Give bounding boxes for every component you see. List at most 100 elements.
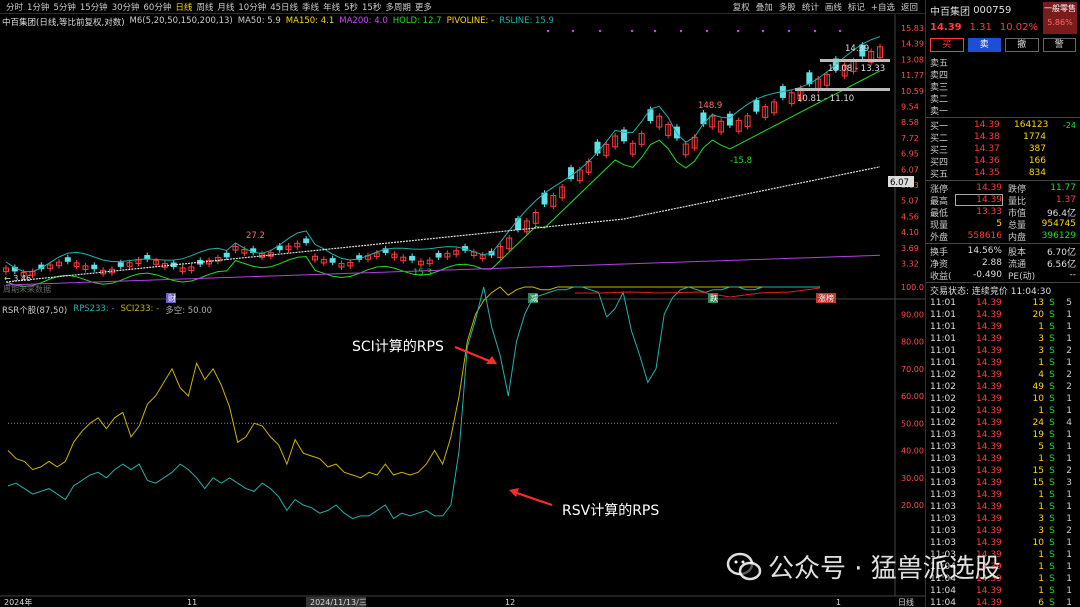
tick-row[interactable]: 11:03 14.39 15 S 3 — [926, 477, 1080, 489]
tick-time: 11:03 — [930, 466, 956, 476]
event-marker-3: 涨榜 — [818, 293, 834, 303]
annotation-low: 15.3 — [413, 268, 432, 278]
tick-price: 14.39 — [976, 478, 1002, 488]
main-y-tick-4: 10.59 — [901, 87, 924, 96]
tick-row[interactable]: 11:01 14.39 13 S 5 — [926, 297, 1080, 309]
tick-price: 14.39 — [976, 394, 1002, 404]
annotation-range-upper: 13.08 - 13.33 — [828, 64, 885, 74]
stock-stats: 涨停 14.39 跌停 11.77 最高 14.39 量比 1.37 最低 13.33 市值 96.4… — [926, 182, 1080, 282]
tick-row[interactable]: 11:02 14.39 24 S 4 — [926, 417, 1080, 429]
tick-row[interactable]: 11:04 14.39 1 S 1 — [926, 585, 1080, 597]
trade-status: 交易状态: 连续竞价 11:04:30 — [930, 287, 1052, 297]
tick-time: 11:03 — [930, 454, 956, 464]
bid-price: 14.38 — [974, 132, 1000, 142]
tick-time: 11:01 — [930, 358, 956, 368]
tick-vol: 5 — [1038, 442, 1044, 452]
tick-side: S — [1049, 406, 1055, 416]
stat-value: -0.490 — [972, 270, 1002, 280]
bid-row[interactable]: 买二 14.38 1774 — [926, 131, 1080, 144]
tick-row[interactable]: 11:02 14.39 1 S 1 — [926, 405, 1080, 417]
annotation-sci: SCI计算的RPS — [352, 339, 444, 355]
stock-title: 中百集团 000759 一般零售 5.86% — [926, 0, 1080, 34]
bid-row[interactable]: 买五 14.35 834 — [926, 167, 1080, 180]
stat-value: 13.33 — [976, 207, 1002, 217]
tick-row[interactable]: 11:03 14.39 19 S 1 — [926, 429, 1080, 441]
tick-vol: 3 — [1038, 514, 1044, 524]
tick-row[interactable]: 11:03 14.39 15 S 2 — [926, 465, 1080, 477]
tick-row[interactable]: 11:01 14.39 3 S 2 — [926, 345, 1080, 357]
bid-row[interactable]: 买三 14.37 387 — [926, 143, 1080, 156]
annotation-note: 周期未来数据 — [3, 284, 51, 294]
tick-vol: 1 — [1038, 490, 1044, 500]
tick-side: S — [1049, 478, 1055, 488]
tick-row[interactable]: 11:01 14.39 20 S 1 — [926, 309, 1080, 321]
tick-side: S — [1049, 322, 1055, 332]
tick-price: 14.39 — [976, 358, 1002, 368]
last-price: 14.39 — [930, 21, 962, 33]
tick-side: S — [1049, 514, 1055, 524]
tick-side: S — [1049, 442, 1055, 452]
tick-row[interactable]: 11:03 14.39 1 S 1 — [926, 489, 1080, 501]
tick-row[interactable]: 11:02 14.39 4 S 2 — [926, 369, 1080, 381]
candle — [515, 218, 522, 230]
candle — [64, 257, 71, 262]
series-line-RPS233 — [7, 286, 820, 520]
tick-row[interactable]: 11:01 14.39 1 S 1 — [926, 357, 1080, 369]
tick-time: 11:03 — [930, 430, 956, 440]
bid-price: 14.37 — [974, 144, 1000, 154]
tick-side: S — [1049, 598, 1055, 607]
sub-y-tick-1: 90.00 — [901, 310, 924, 319]
signal-dot — [571, 29, 575, 33]
tick-price: 14.39 — [976, 526, 1002, 536]
stat-row: 涨停 14.39 跌停 11.77 — [926, 182, 1080, 195]
tick-price: 14.39 — [976, 442, 1002, 452]
tick-row[interactable]: 11:03 14.39 5 S 1 — [926, 441, 1080, 453]
bid-vol: 164123 — [1014, 120, 1049, 130]
alert-button[interactable]: 警 — [1042, 38, 1076, 52]
ask-row[interactable]: 卖二 — [926, 92, 1080, 105]
tick-price: 14.39 — [976, 346, 1002, 356]
cancel-button[interactable]: 撤 — [1005, 38, 1039, 52]
sub-y-tick-8: 20.00 — [901, 501, 924, 510]
tick-count: 1 — [1066, 406, 1072, 416]
tick-time: 11:03 — [930, 490, 956, 500]
tick-time: 11:01 — [930, 334, 956, 344]
tick-count: 1 — [1066, 310, 1072, 320]
ask-row[interactable]: 卖四 — [926, 68, 1080, 81]
tick-row[interactable]: 11:02 14.39 49 S 2 — [926, 381, 1080, 393]
bid-row[interactable]: 买四 14.36 166 — [926, 155, 1080, 168]
industry-name: 一般零售 — [1044, 4, 1076, 13]
tick-row[interactable]: 11:04 14.39 6 S 1 — [926, 597, 1080, 607]
main-y-tick-7: 7.72 — [901, 134, 919, 143]
tick-row[interactable]: 11:01 14.39 1 S 1 — [926, 321, 1080, 333]
bid-row[interactable]: 买一 14.39 164123 -24 — [926, 119, 1080, 132]
tick-row[interactable]: 11:03 14.39 1 S 1 — [926, 501, 1080, 513]
sub-chart-area[interactable]: 100.0 90.00 80.00 70.00 60.00 50.00 40.00 30.00… — [7, 283, 924, 520]
industry-badge[interactable]: 一般零售 5.86% — [1043, 2, 1077, 34]
tick-row[interactable]: 11:03 14.39 1 S 1 — [926, 453, 1080, 465]
ask-row[interactable]: 卖五 — [926, 56, 1080, 69]
tick-row[interactable]: 11:01 14.39 3 S 1 — [926, 333, 1080, 345]
x-label-1: 11 — [187, 598, 197, 607]
current-price-tag: 6.07 — [890, 178, 909, 188]
price-change-pct: 10.02% — [999, 21, 1039, 33]
tick-row[interactable]: 11:03 14.39 3 S 1 — [926, 513, 1080, 525]
tick-row[interactable]: 11:03 14.39 3 S 2 — [926, 525, 1080, 537]
tick-vol: 3 — [1038, 334, 1044, 344]
annotation-neg: -15.8 — [730, 156, 752, 166]
tick-side: S — [1049, 346, 1055, 356]
sub-y-tick-4: 60.00 — [901, 392, 924, 401]
arrow-rsv-head — [509, 488, 519, 497]
tick-row[interactable]: 11:02 14.39 10 S 1 — [926, 393, 1080, 405]
signal-dot — [598, 29, 602, 33]
ask-row[interactable]: 卖一 — [926, 104, 1080, 117]
sell-button[interactable]: 卖 — [967, 38, 1001, 52]
tick-vol: 1 — [1038, 454, 1044, 464]
buy-button[interactable]: 买 — [930, 38, 964, 52]
bid-vol: 387 — [1028, 144, 1046, 154]
stat-row: 净资 2.88 流通 6.56亿 — [926, 257, 1080, 270]
tick-vol: 1 — [1038, 562, 1044, 572]
industry-change: 5.86% — [1047, 18, 1073, 27]
ask-row[interactable]: 卖三 — [926, 80, 1080, 93]
main-y-tick-14: 3.69 — [901, 244, 919, 253]
